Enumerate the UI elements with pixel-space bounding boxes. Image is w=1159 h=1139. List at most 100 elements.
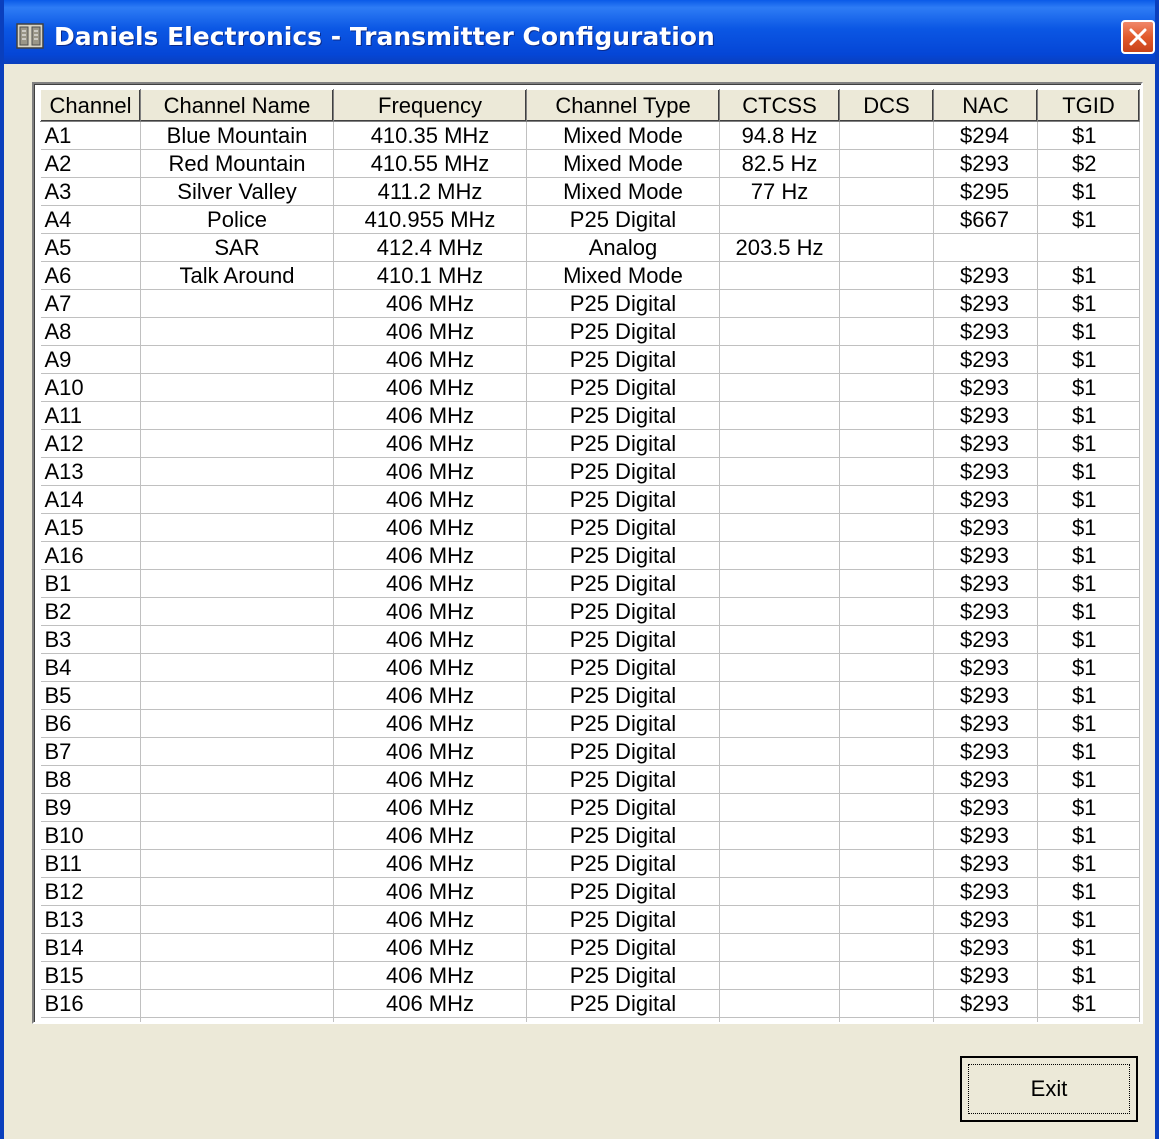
cell-channel-type[interactable]: P25 Digital: [526, 289, 720, 318]
cell-tgid[interactable]: $1: [1037, 989, 1140, 1018]
cell-channel[interactable]: A13: [40, 457, 141, 486]
cell-dcs[interactable]: [839, 821, 934, 850]
table-row[interactable]: A14 406 MHz P25 Digital $293 $1: [40, 485, 1140, 514]
cell-channel-type[interactable]: P25 Digital: [526, 485, 720, 514]
cell-channel-type[interactable]: P25 Digital: [526, 821, 720, 850]
cell-dcs[interactable]: [839, 737, 934, 766]
cell-channel[interactable]: A3: [40, 177, 141, 206]
cell-ctcss[interactable]: [719, 401, 840, 430]
cell-nac[interactable]: $293: [933, 289, 1038, 318]
table-row[interactable]: B9 406 MHz P25 Digital $293 $1: [40, 793, 1140, 822]
cell-channel-type[interactable]: P25 Digital: [526, 709, 720, 738]
cell-channel-type[interactable]: P25 Digital: [526, 681, 720, 710]
cell-nac[interactable]: $293: [933, 821, 1038, 850]
table-row[interactable]: B13 406 MHz P25 Digital $293 $1: [40, 905, 1140, 934]
cell-ctcss[interactable]: [719, 569, 840, 598]
cell-frequency[interactable]: 406 MHz: [333, 989, 527, 1018]
column-header-channel-name[interactable]: Channel Name: [140, 89, 334, 122]
cell-frequency[interactable]: 406 MHz: [333, 345, 527, 374]
table-row[interactable]: A1 Blue Mountain 410.35 MHz Mixed Mode 94.8 …: [40, 121, 1140, 150]
cell-channel[interactable]: B1: [40, 569, 141, 598]
cell-dcs[interactable]: [839, 261, 934, 290]
cell-ctcss[interactable]: [719, 933, 840, 962]
cell-channel-name[interactable]: [140, 485, 334, 514]
cell-nac[interactable]: $293: [933, 597, 1038, 626]
cell-dcs[interactable]: [839, 401, 934, 430]
cell-frequency[interactable]: 406 MHz: [333, 849, 527, 878]
cell-dcs[interactable]: [839, 849, 934, 878]
cell-nac[interactable]: $295: [933, 177, 1038, 206]
cell-ctcss[interactable]: [719, 345, 840, 374]
cell-nac[interactable]: $293: [933, 261, 1038, 290]
cell-nac[interactable]: [933, 233, 1038, 262]
cell-ctcss[interactable]: [719, 485, 840, 514]
cell-channel-name[interactable]: [140, 429, 334, 458]
cell-dcs[interactable]: [839, 205, 934, 234]
table-row[interactable]: B16 406 MHz P25 Digital $293 $1: [40, 989, 1140, 1018]
cell-dcs[interactable]: [839, 233, 934, 262]
cell-channel[interactable]: A9: [40, 345, 141, 374]
cell-channel[interactable]: B3: [40, 625, 141, 654]
cell-channel-name[interactable]: Silver Valley: [140, 177, 334, 206]
cell-channel[interactable]: B11: [40, 849, 141, 878]
cell-frequency[interactable]: 410.35 MHz: [333, 121, 527, 150]
cell-nac[interactable]: $293: [933, 849, 1038, 878]
cell-dcs[interactable]: [839, 121, 934, 150]
channel-grid[interactable]: Channel Channel Name Frequency Channel Type…: [32, 82, 1143, 1024]
cell-frequency[interactable]: 406 MHz: [333, 961, 527, 990]
cell-channel-name[interactable]: SAR: [140, 233, 334, 262]
table-row[interactable]: A10 406 MHz P25 Digital $293 $1: [40, 373, 1140, 402]
cell-channel[interactable]: A15: [40, 513, 141, 542]
cell-ctcss[interactable]: [719, 373, 840, 402]
cell-ctcss[interactable]: [719, 317, 840, 346]
cell-nac[interactable]: $293: [933, 989, 1038, 1018]
cell-channel-name[interactable]: Police: [140, 205, 334, 234]
cell-tgid[interactable]: [1037, 233, 1140, 262]
cell-nac[interactable]: $293: [933, 653, 1038, 682]
cell-frequency[interactable]: 406 MHz: [333, 765, 527, 794]
cell-nac[interactable]: $293: [933, 933, 1038, 962]
cell-channel-type[interactable]: P25 Digital: [526, 737, 720, 766]
cell-channel[interactable]: A2: [40, 149, 141, 178]
cell-frequency[interactable]: 406 MHz: [333, 737, 527, 766]
cell-tgid[interactable]: $1: [1037, 401, 1140, 430]
cell-tgid[interactable]: $1: [1037, 933, 1140, 962]
table-row[interactable]: B8 406 MHz P25 Digital $293 $1: [40, 765, 1140, 794]
cell-dcs[interactable]: [839, 597, 934, 626]
cell-nac[interactable]: $293: [933, 345, 1038, 374]
cell-tgid[interactable]: $1: [1037, 261, 1140, 290]
cell-frequency[interactable]: 410.55 MHz: [333, 149, 527, 178]
cell-dcs[interactable]: [839, 709, 934, 738]
cell-ctcss[interactable]: [719, 793, 840, 822]
cell-nac[interactable]: $293: [933, 429, 1038, 458]
cell-tgid[interactable]: $1: [1037, 821, 1140, 850]
cell-channel-name[interactable]: [140, 877, 334, 906]
cell-channel-type[interactable]: P25 Digital: [526, 597, 720, 626]
cell-channel-type[interactable]: Mixed Mode: [526, 149, 720, 178]
cell-frequency[interactable]: 406 MHz: [333, 821, 527, 850]
cell-dcs[interactable]: [839, 429, 934, 458]
cell-dcs[interactable]: [839, 877, 934, 906]
cell-dcs[interactable]: [839, 541, 934, 570]
cell-ctcss[interactable]: 77 Hz: [719, 177, 840, 206]
cell-tgid[interactable]: $1: [1037, 765, 1140, 794]
column-header-tgid[interactable]: TGID: [1037, 89, 1140, 122]
cell-channel[interactable]: A11: [40, 401, 141, 430]
cell-channel-type[interactable]: P25 Digital: [526, 905, 720, 934]
cell-dcs[interactable]: [839, 317, 934, 346]
cell-dcs[interactable]: [839, 345, 934, 374]
cell-ctcss[interactable]: [719, 289, 840, 318]
cell-channel[interactable]: A7: [40, 289, 141, 318]
cell-tgid[interactable]: $1: [1037, 849, 1140, 878]
cell-tgid[interactable]: $1: [1037, 737, 1140, 766]
cell-ctcss[interactable]: [719, 989, 840, 1018]
cell-channel-type[interactable]: P25 Digital: [526, 793, 720, 822]
cell-frequency[interactable]: 410.1 MHz: [333, 261, 527, 290]
cell-channel[interactable]: B5: [40, 681, 141, 710]
cell-dcs[interactable]: [839, 177, 934, 206]
cell-ctcss[interactable]: [719, 905, 840, 934]
cell-ctcss[interactable]: [719, 821, 840, 850]
column-header-nac[interactable]: NAC: [933, 89, 1038, 122]
cell-nac[interactable]: $293: [933, 905, 1038, 934]
cell-dcs[interactable]: [839, 961, 934, 990]
